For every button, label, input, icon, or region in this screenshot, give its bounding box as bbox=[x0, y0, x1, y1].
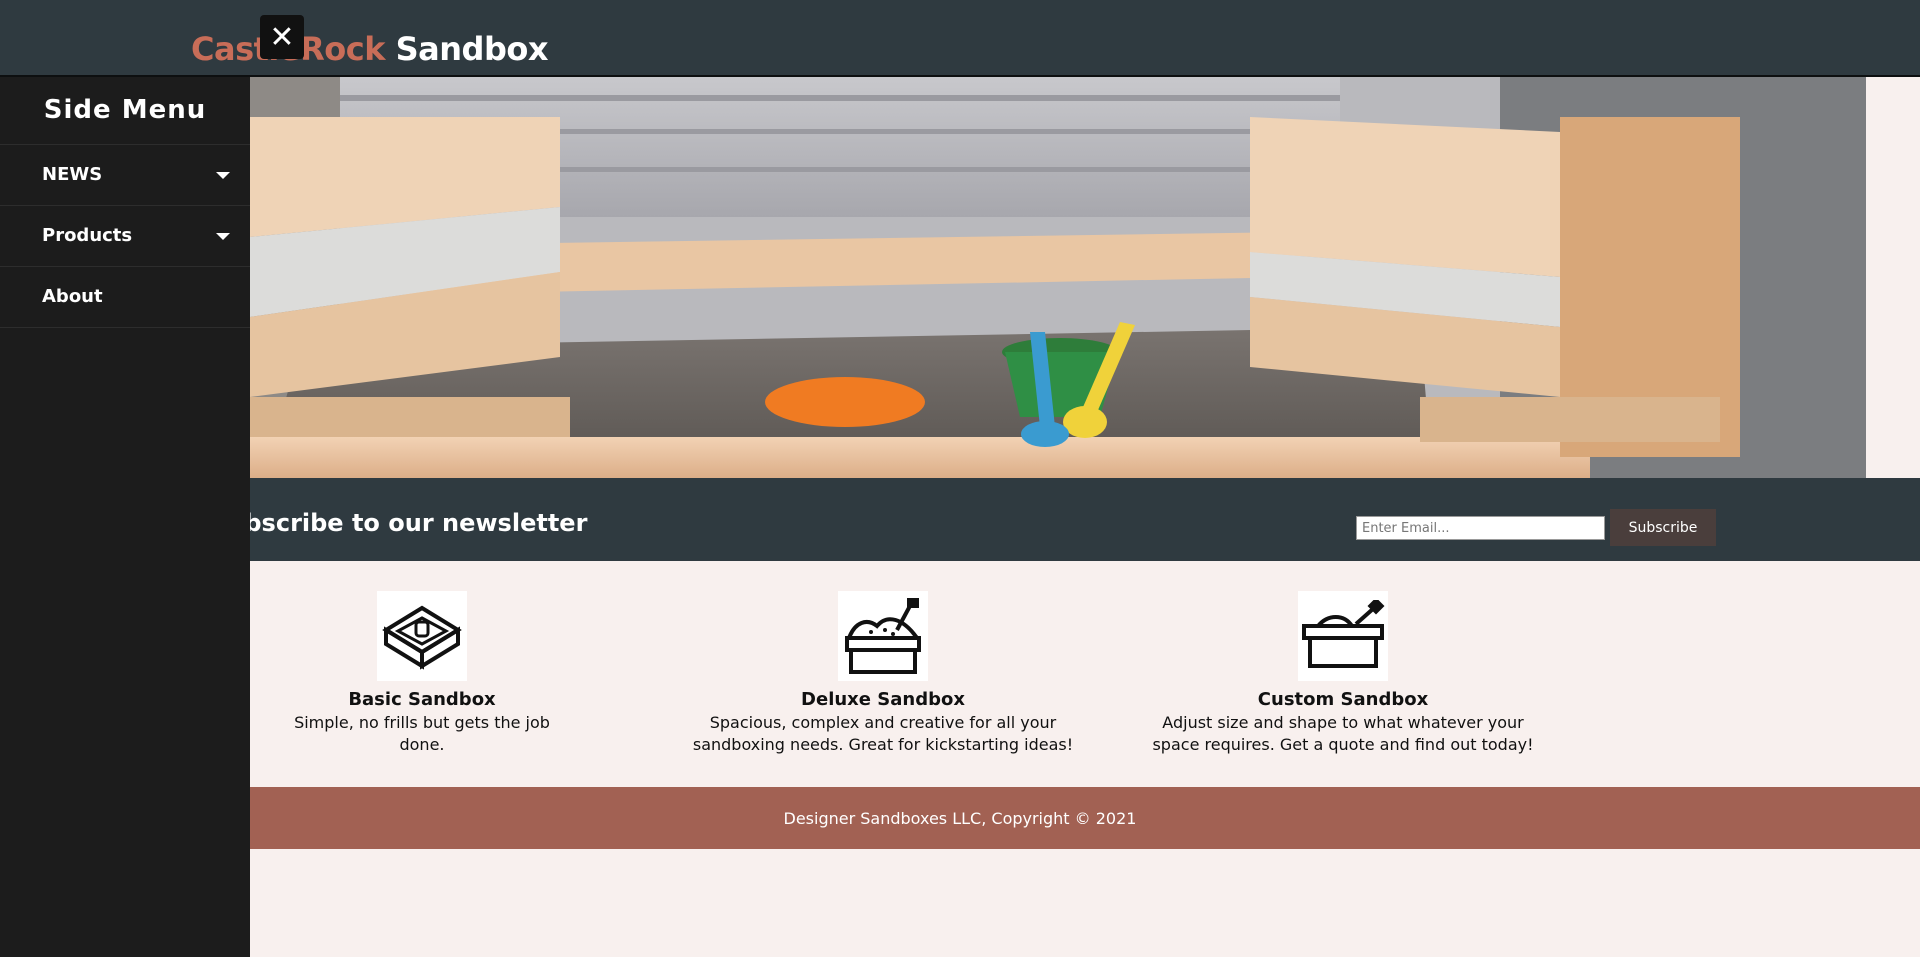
newsletter-bar: Subscribe to our newsletter Subscribe bbox=[0, 478, 1920, 561]
sandbox-bucket-icon bbox=[377, 591, 467, 681]
caret-down-icon bbox=[216, 233, 230, 240]
side-menu: Side Menu NEWS Products About bbox=[0, 77, 250, 957]
newsletter-title: Subscribe to our newsletter bbox=[210, 509, 588, 537]
sidebar-item-about[interactable]: About bbox=[0, 267, 250, 328]
site-footer: Designer Sandboxes LLC, Copyright © 2021 bbox=[0, 787, 1920, 849]
sidebar-item-products[interactable]: Products bbox=[0, 206, 250, 267]
product-description: Spacious, complex and creative for all y… bbox=[692, 713, 1074, 754]
close-menu-button[interactable]: ✕ bbox=[260, 15, 304, 59]
product-description: Simple, no frills but gets the job done. bbox=[294, 713, 550, 754]
product-card-basic[interactable]: Basic Sandbox Simple, no frills but gets… bbox=[272, 591, 572, 756]
product-title: Basic Sandbox bbox=[348, 689, 496, 710]
caret-down-icon bbox=[216, 172, 230, 179]
hero-image bbox=[0, 77, 1866, 478]
side-menu-title: Side Menu bbox=[0, 77, 250, 145]
custom-sandbox-icon bbox=[1298, 591, 1388, 681]
subscribe-button[interactable]: Subscribe bbox=[1610, 509, 1716, 546]
sidebar-item-label: About bbox=[42, 286, 103, 307]
close-icon: ✕ bbox=[269, 19, 295, 55]
product-title: Deluxe Sandbox bbox=[801, 689, 965, 710]
sidebar-item-news[interactable]: NEWS bbox=[0, 145, 250, 206]
brand-name-main: Sandbox bbox=[395, 30, 549, 68]
brand-logo[interactable]: CastleRock Sandbox bbox=[191, 30, 548, 68]
sidebar-item-label: NEWS bbox=[42, 164, 103, 185]
product-description: Adjust size and shape to what whatever y… bbox=[1152, 713, 1534, 754]
sandbox-shovel-icon bbox=[838, 591, 928, 681]
sidebar-item-label: Products bbox=[42, 225, 133, 246]
email-input[interactable] bbox=[1356, 516, 1605, 540]
products-section: Basic Sandbox Simple, no frills but gets… bbox=[0, 561, 1920, 787]
copyright-text: Designer Sandboxes LLC, Copyright © 2021 bbox=[783, 809, 1137, 828]
product-card-deluxe[interactable]: Deluxe Sandbox Spacious, complex and cre… bbox=[673, 591, 1093, 756]
product-title: Custom Sandbox bbox=[1257, 689, 1429, 710]
product-card-custom[interactable]: Custom Sandbox Adjust size and shape to … bbox=[1143, 591, 1543, 756]
